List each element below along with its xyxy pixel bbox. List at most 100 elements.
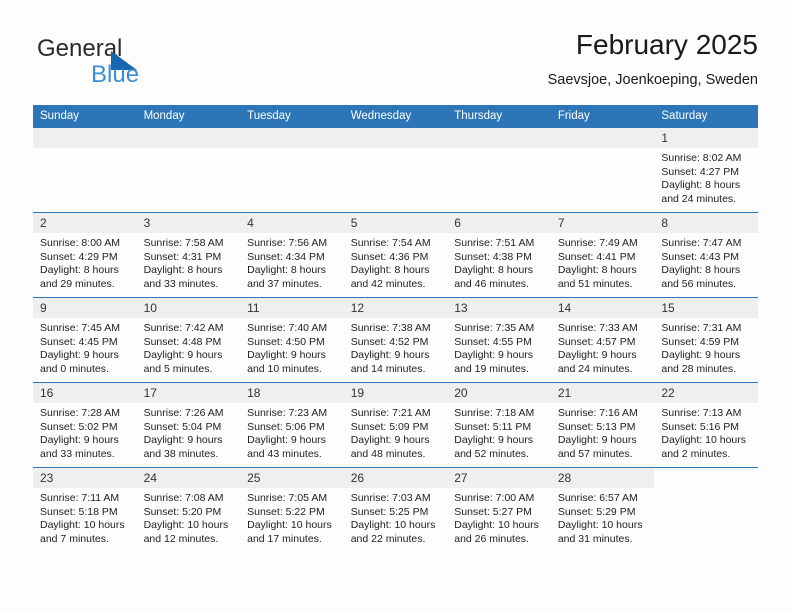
day-sun-info: Sunrise: 7:40 AM Sunset: 4:50 PM Daylight:… xyxy=(240,318,344,376)
calendar-cell-day-5[interactable]: 5 Sunrise: 7:54 AM Sunset: 4:36 PM Daylight… xyxy=(343,212,448,298)
daylight-text-line1: Daylight: 10 hours xyxy=(350,519,436,532)
sunset-text: Sunset: 4:55 PM xyxy=(454,335,532,348)
page-title: February 2025 xyxy=(575,29,758,60)
calendar-cell-day-27[interactable]: 27 Sunrise: 7:00 AM Sunset: 5:27 PM Dayligh… xyxy=(447,467,551,552)
calendar-cell-day-18[interactable]: 18 Sunrise: 7:23 AM Sunset: 5:06 PM Dayligh… xyxy=(240,382,344,468)
daylight-text-line1: Daylight: 9 hours xyxy=(661,349,741,362)
daylight-text-line2: and 51 minutes. xyxy=(557,277,633,290)
sunrise-text: Sunrise: 7:49 AM xyxy=(557,237,638,249)
daylight-text-line2: and 56 minutes. xyxy=(661,277,737,290)
daylight-text-line2: and 43 minutes. xyxy=(247,447,322,460)
sunrise-text: Sunrise: 7:05 AM xyxy=(247,492,328,504)
day-number: 18 xyxy=(240,383,344,403)
daylight-text-line1: Daylight: 8 hours xyxy=(557,264,637,277)
calendar-cell-day-19[interactable]: 19 Sunrise: 7:21 AM Sunset: 5:09 PM Dayligh… xyxy=(343,382,448,468)
weekday-header-tuesday: Tuesday xyxy=(240,105,344,128)
calendar-cell-day-13[interactable]: 13 Sunrise: 7:35 AM Sunset: 4:55 PM Dayligh… xyxy=(447,297,551,383)
weekday-header-row: Sunday Monday Tuesday Wednesday Thursday… xyxy=(33,105,758,128)
day-number: 28 xyxy=(550,468,655,488)
daylight-text-line1: Daylight: 10 hours xyxy=(557,519,643,532)
daylight-text-line1: Daylight: 9 hours xyxy=(247,434,326,447)
calendar-cell-day-4[interactable]: 4 Sunrise: 7:56 AM Sunset: 4:34 PM Daylight… xyxy=(240,212,344,298)
day-number: 20 xyxy=(447,383,551,403)
calendar-cell-day-24[interactable]: 24 Sunrise: 7:08 AM Sunset: 5:20 PM Dayligh… xyxy=(136,467,241,552)
sunrise-text: Sunrise: 6:57 AM xyxy=(557,492,638,504)
sunrise-text: Sunrise: 7:28 AM xyxy=(40,407,120,419)
daylight-text-line2: and 14 minutes. xyxy=(350,362,426,375)
calendar-cell-day-26[interactable]: 26 Sunrise: 7:03 AM Sunset: 5:25 PM Dayligh… xyxy=(343,467,448,552)
day-sun-info: Sunrise: 7:26 AM Sunset: 5:04 PM Daylight:… xyxy=(137,403,241,461)
daylight-text-line2: and 2 minutes. xyxy=(661,447,731,460)
calendar-cell-day-3[interactable]: 3 Sunrise: 7:58 AM Sunset: 4:31 PM Daylight… xyxy=(136,212,241,298)
calendar-page: General Blue February 2025 Saevsjoe, Joe… xyxy=(0,0,792,612)
calendar-cell-day-21[interactable]: 21 Sunrise: 7:16 AM Sunset: 5:13 PM Dayligh… xyxy=(550,382,655,468)
title-block: February 2025 Saevsjoe, Joenkoeping, Swe… xyxy=(548,28,758,90)
daylight-text-line2: and 52 minutes. xyxy=(454,447,529,460)
calendar-cell-day-6[interactable]: 6 Sunrise: 7:51 AM Sunset: 4:38 PM Daylight… xyxy=(447,212,551,298)
day-number: 25 xyxy=(240,468,344,488)
calendar-cell-day-15[interactable]: 15 Sunrise: 7:31 AM Sunset: 4:59 PM Dayligh… xyxy=(654,297,758,383)
calendar-cell-day-12[interactable]: 12 Sunrise: 7:38 AM Sunset: 4:52 PM Dayligh… xyxy=(343,297,448,383)
day-sun-info: Sunrise: 7:21 AM Sunset: 5:09 PM Daylight:… xyxy=(344,403,448,461)
day-number: 21 xyxy=(550,383,655,403)
sunset-text: Sunset: 4:34 PM xyxy=(247,250,325,263)
sunrise-text: Sunrise: 7:21 AM xyxy=(350,407,431,419)
calendar-cell-day-1[interactable]: 1 Sunrise: 8:02 AM Sunset: 4:27 PM Daylight… xyxy=(654,128,758,213)
calendar-week-row: 9 Sunrise: 7:45 AM Sunset: 4:45 PM Daylight… xyxy=(33,297,758,383)
calendar-cell-day-2[interactable]: 2 Sunrise: 8:00 AM Sunset: 4:29 PM Daylight… xyxy=(33,212,137,298)
sunrise-text: Sunrise: 7:26 AM xyxy=(143,407,224,419)
daylight-text-line2: and 33 minutes. xyxy=(143,277,219,290)
sunset-text: Sunset: 5:11 PM xyxy=(454,420,532,433)
daylight-text-line1: Daylight: 9 hours xyxy=(350,349,430,362)
daylight-text-line2: and 22 minutes. xyxy=(350,532,426,545)
general-blue-logo[interactable]: General Blue xyxy=(33,36,293,96)
calendar-cell-day-28[interactable]: 28 Sunrise: 6:57 AM Sunset: 5:29 PM Dayligh… xyxy=(550,467,655,552)
calendar-cell-empty xyxy=(550,128,655,213)
sunset-text: Sunset: 5:04 PM xyxy=(143,420,222,433)
day-sun-info: Sunrise: 7:16 AM Sunset: 5:13 PM Daylight:… xyxy=(551,403,655,461)
calendar-cell-day-25[interactable]: 25 Sunrise: 7:05 AM Sunset: 5:22 PM Dayligh… xyxy=(240,467,344,552)
day-number: 12 xyxy=(343,298,448,318)
calendar-cell-day-16[interactable]: 16 Sunrise: 7:28 AM Sunset: 5:02 PM Dayligh… xyxy=(33,382,137,468)
calendar-cell-day-22[interactable]: 22 Sunrise: 7:13 AM Sunset: 5:16 PM Dayligh… xyxy=(654,382,758,468)
sunset-text: Sunset: 5:09 PM xyxy=(350,420,429,433)
calendar-cell-day-9[interactable]: 9 Sunrise: 7:45 AM Sunset: 4:45 PM Daylight… xyxy=(33,297,137,383)
calendar-cell-day-23[interactable]: 23 Sunrise: 7:11 AM Sunset: 5:18 PM Dayligh… xyxy=(33,467,137,552)
day-sun-info: Sunrise: 7:00 AM Sunset: 5:27 PM Daylight:… xyxy=(447,488,551,546)
sunset-text: Sunset: 4:48 PM xyxy=(143,335,222,348)
sunset-text: Sunset: 4:31 PM xyxy=(143,250,222,263)
calendar-cell-day-10[interactable]: 10 Sunrise: 7:42 AM Sunset: 4:48 PM Dayligh… xyxy=(136,297,241,383)
day-number: 16 xyxy=(33,383,137,403)
day-sun-info: Sunrise: 7:47 AM Sunset: 4:43 PM Daylight:… xyxy=(654,233,758,291)
sunrise-text: Sunrise: 7:23 AM xyxy=(247,407,328,419)
daylight-text-line2: and 29 minutes. xyxy=(40,277,115,290)
daylight-text-line1: Daylight: 8 hours xyxy=(40,264,119,277)
day-number: 17 xyxy=(136,383,241,403)
sunrise-text: Sunrise: 7:58 AM xyxy=(143,237,224,249)
calendar-cell-day-20[interactable]: 20 Sunrise: 7:18 AM Sunset: 5:11 PM Dayligh… xyxy=(447,382,551,468)
day-number: 19 xyxy=(343,383,448,403)
day-sun-info: Sunrise: 7:38 AM Sunset: 4:52 PM Daylight:… xyxy=(344,318,448,376)
calendar-cell-day-7[interactable]: 7 Sunrise: 7:49 AM Sunset: 4:41 PM Daylight… xyxy=(550,212,655,298)
calendar-cell-day-11[interactable]: 11 Sunrise: 7:40 AM Sunset: 4:50 PM Dayligh… xyxy=(240,297,344,383)
weekday-header-saturday: Saturday xyxy=(654,105,758,128)
day-number: 9 xyxy=(33,298,137,318)
day-sun-info: Sunrise: 7:05 AM Sunset: 5:22 PM Daylight:… xyxy=(240,488,344,546)
daylight-text-line2: and 12 minutes. xyxy=(143,532,219,545)
sunrise-text: Sunrise: 7:03 AM xyxy=(350,492,431,504)
sunset-text: Sunset: 4:29 PM xyxy=(40,250,118,263)
daylight-text-line2: and 26 minutes. xyxy=(454,532,529,545)
day-number: 27 xyxy=(447,468,551,488)
daylight-text-line2: and 28 minutes. xyxy=(661,362,737,375)
day-number: 26 xyxy=(343,468,448,488)
sunrise-text: Sunrise: 7:42 AM xyxy=(143,322,224,334)
calendar-cell-day-17[interactable]: 17 Sunrise: 7:26 AM Sunset: 5:04 PM Dayligh… xyxy=(136,382,241,468)
logo-text-general: General xyxy=(37,35,123,62)
day-number: 22 xyxy=(654,383,758,403)
calendar-cell-day-8[interactable]: 8 Sunrise: 7:47 AM Sunset: 4:43 PM Daylight… xyxy=(654,212,758,298)
calendar-cell-empty xyxy=(33,128,137,213)
daylight-text-line1: Daylight: 9 hours xyxy=(454,434,534,447)
calendar-cell-day-14[interactable]: 14 Sunrise: 7:33 AM Sunset: 4:57 PM Dayligh… xyxy=(550,297,655,383)
sunset-text: Sunset: 4:57 PM xyxy=(557,335,636,348)
day-number: 15 xyxy=(654,298,758,318)
